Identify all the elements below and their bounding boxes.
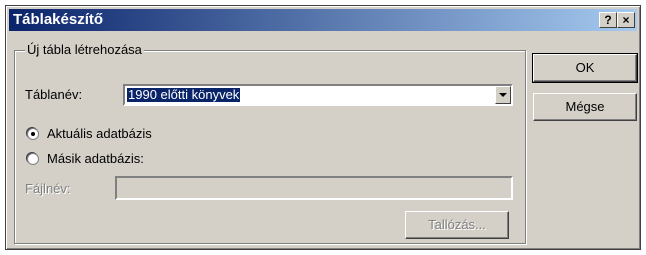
create-new-table-group: Új tábla létrehozása Táblanév: 1990 előt… bbox=[14, 42, 526, 244]
file-name-input[interactable] bbox=[115, 176, 513, 200]
dialog-title: Táblakészítő bbox=[13, 11, 104, 28]
table-name-combobox[interactable]: 1990 előtti könyvek bbox=[123, 84, 513, 106]
group-legend: Új tábla létrehozása bbox=[25, 42, 144, 57]
radio-selected-dot bbox=[31, 132, 35, 136]
radio-other-database-label[interactable]: Másik adatbázis: bbox=[47, 151, 144, 166]
table-name-value[interactable]: 1990 előtti könyvek bbox=[127, 88, 241, 102]
table-maker-dialog: Táblakészítő ? × Új tábla létrehozása Tá… bbox=[5, 5, 641, 250]
ok-button[interactable]: OK bbox=[532, 53, 638, 83]
title-bar[interactable]: Táblakészítő ? × bbox=[9, 9, 637, 31]
close-button[interactable]: × bbox=[617, 12, 635, 28]
file-name-label: Fájlnév: bbox=[25, 181, 71, 196]
radio-other-database[interactable] bbox=[27, 153, 39, 165]
browse-button[interactable]: Tallózás... bbox=[405, 211, 509, 239]
chevron-down-icon[interactable] bbox=[495, 86, 511, 104]
radio-current-database[interactable] bbox=[27, 128, 39, 140]
help-button[interactable]: ? bbox=[599, 12, 617, 28]
table-name-label: Táblanév: bbox=[25, 87, 83, 102]
cancel-button[interactable]: Mégse bbox=[533, 93, 637, 121]
radio-current-database-label[interactable]: Aktuális adatbázis bbox=[47, 126, 152, 141]
